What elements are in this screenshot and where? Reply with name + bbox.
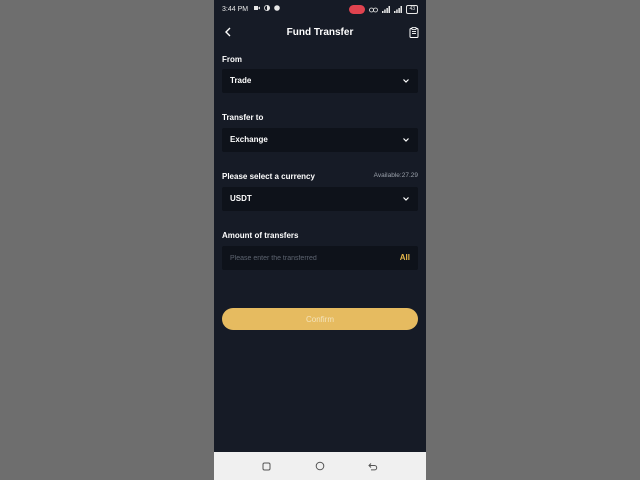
chevron-down-icon bbox=[403, 79, 409, 83]
signal-icon bbox=[382, 6, 391, 13]
half-circle-icon bbox=[264, 5, 270, 11]
chevron-down-icon bbox=[403, 197, 409, 201]
currency-select[interactable]: USDT bbox=[222, 187, 418, 211]
status-right-icons: 43 bbox=[349, 5, 418, 14]
currency-label: Please select a currency bbox=[222, 172, 315, 181]
battery-icon: 43 bbox=[406, 5, 418, 14]
screen-record-icon bbox=[349, 5, 366, 14]
header: Fund Transfer bbox=[214, 22, 426, 44]
back-arrow-icon bbox=[368, 462, 378, 470]
transfer-record-button[interactable] bbox=[406, 24, 422, 40]
phone-screen: 3:44 PM 43 Fund Transfer From Trade Tran… bbox=[214, 0, 426, 480]
signal-4g-icon bbox=[394, 6, 403, 13]
system-nav-bar bbox=[214, 452, 426, 480]
from-label: From bbox=[222, 55, 242, 64]
currency-value: USDT bbox=[230, 194, 252, 203]
amount-field: All bbox=[222, 246, 418, 270]
from-select[interactable]: Trade bbox=[222, 69, 418, 93]
square-icon bbox=[262, 462, 270, 470]
status-bar: 3:44 PM 43 bbox=[214, 0, 426, 20]
clipboard-icon bbox=[409, 26, 419, 38]
available-balance: Available:27.29 bbox=[373, 172, 418, 179]
circle-icon bbox=[315, 461, 325, 471]
chevron-down-icon bbox=[403, 138, 409, 142]
system-back-button[interactable] bbox=[367, 460, 379, 472]
amount-input[interactable] bbox=[230, 251, 380, 265]
page-title: Fund Transfer bbox=[286, 27, 354, 38]
video-icon bbox=[254, 6, 260, 10]
all-button[interactable]: All bbox=[400, 253, 410, 262]
notification-icons bbox=[254, 5, 280, 11]
transfer-to-value: Exchange bbox=[230, 135, 268, 144]
link-icon bbox=[369, 7, 379, 12]
transfer-to-select[interactable]: Exchange bbox=[222, 128, 418, 152]
home-button[interactable] bbox=[314, 460, 326, 472]
recent-apps-button[interactable] bbox=[260, 460, 272, 472]
transfer-to-label: Transfer to bbox=[222, 113, 264, 122]
amount-label: Amount of transfers bbox=[222, 231, 299, 240]
app-circle-icon bbox=[274, 5, 280, 11]
from-value: Trade bbox=[230, 76, 252, 85]
status-time: 3:44 PM bbox=[222, 6, 249, 13]
confirm-button[interactable]: Confirm bbox=[222, 308, 418, 330]
